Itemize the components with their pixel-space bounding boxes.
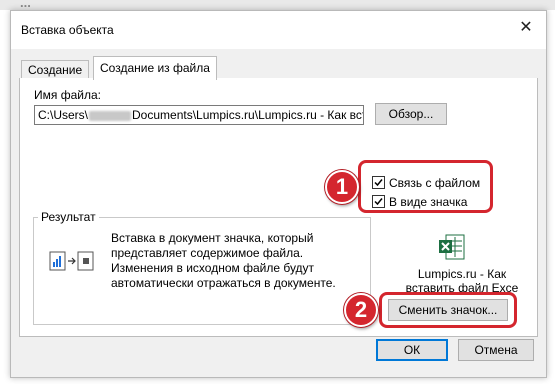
filename-value-start: C:\Users\: [38, 108, 89, 122]
result-line: Вставка в документ значка, который: [111, 231, 314, 245]
filename-value-end: Documents\Lumpics.ru\Lumpics.ru - Как вс…: [132, 108, 363, 122]
browse-button[interactable]: Обзор...: [375, 103, 447, 125]
check-icon: [374, 198, 383, 206]
close-button[interactable]: ✕: [506, 11, 546, 45]
excel-file-icon: [439, 234, 465, 260]
result-line: представляет содержимое файла.: [111, 246, 304, 260]
step-badge-1: 1: [325, 170, 359, 204]
change-icon-button[interactable]: Сменить значок...: [388, 299, 508, 321]
link-to-file-label: Связь с файлом: [389, 176, 481, 190]
display-as-icon-label: В виде значка: [389, 195, 468, 209]
icon-caption: Lumpics.ru - Как вставить файл Exce: [397, 267, 527, 295]
insert-object-dialog: Вставка объекта ✕ Создание Создание из ф…: [10, 10, 547, 378]
filename-input[interactable]: C:\Users\ Documents\Lumpics.ru\Lumpics.ru…: [34, 105, 364, 125]
tab-create-new[interactable]: Создание: [21, 60, 90, 79]
title-bar: Вставка объекта ✕: [11, 11, 546, 49]
icon-caption-line: Lumpics.ru - Как: [417, 267, 507, 281]
background-text: ...: [20, 0, 31, 10]
result-line: автоматически отражаться в документе.: [111, 276, 336, 290]
insert-as-icon-illustration: [49, 251, 94, 271]
dialog-title: Вставка объекта: [21, 23, 114, 37]
result-line: Изменения в исходном файле будут: [111, 261, 315, 275]
checkbox-box: [372, 195, 385, 208]
filename-label: Имя файла:: [34, 88, 101, 102]
tab-create-from-file[interactable]: Создание из файла: [93, 56, 217, 80]
link-to-file-checkbox[interactable]: Связь с файлом: [372, 175, 480, 191]
redacted-username: [89, 110, 132, 121]
result-description: Вставка в документ значка, который предс…: [111, 231, 341, 291]
check-icon: [374, 179, 383, 187]
ok-button[interactable]: ОК: [376, 339, 448, 361]
background-app: ...: [0, 0, 555, 10]
step-badge-2: 2: [344, 293, 378, 327]
cancel-button[interactable]: Отмена: [458, 339, 534, 361]
display-as-icon-checkbox[interactable]: В виде значка: [372, 194, 467, 210]
result-label: Результат: [38, 210, 99, 224]
checkbox-box: [372, 176, 385, 189]
